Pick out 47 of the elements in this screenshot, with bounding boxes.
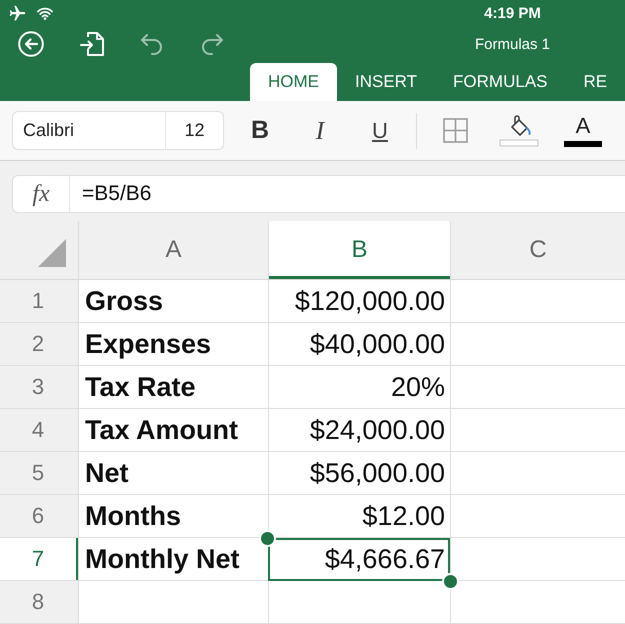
table-cell: $120,000.00 — [268, 280, 450, 323]
color-bar-icon — [564, 141, 602, 147]
paint-bucket-icon[interactable] — [499, 114, 539, 146]
bold-button[interactable]: B — [236, 110, 284, 150]
row-header[interactable]: 5 — [0, 452, 78, 495]
ribbon-tab[interactable]: FORMULAS — [435, 63, 566, 101]
row-header[interactable]: 2 — [0, 323, 78, 366]
selection-handle-icon[interactable] — [259, 530, 276, 547]
ribbon-tab[interactable]: INSERT — [337, 63, 436, 101]
ribbon-tab[interactable]: RE — [566, 63, 625, 101]
column-header[interactable]: C — [450, 221, 625, 280]
selection-handle-icon[interactable] — [442, 573, 459, 590]
table-cell: $4,666.67 — [268, 538, 450, 581]
status-time: 4:19 PM — [484, 4, 541, 22]
row-header[interactable]: 8 — [0, 581, 78, 624]
ribbon-tab[interactable]: HOME — [250, 63, 337, 101]
column-header[interactable]: A — [78, 221, 268, 280]
row-header[interactable]: 1 — [0, 280, 78, 323]
underline-button[interactable]: U — [356, 110, 404, 150]
column-header[interactable]: B — [268, 221, 450, 280]
back-icon[interactable] — [18, 31, 44, 57]
font-name-field[interactable]: Calibri — [13, 112, 166, 149]
table-cell: Tax Rate — [78, 366, 268, 409]
borders-icon[interactable] — [442, 118, 468, 143]
row-header[interactable]: 7 — [0, 538, 78, 581]
function-label[interactable]: fx — [32, 180, 50, 208]
table-cell: $24,000.00 — [268, 409, 450, 452]
table-cell: 20% — [268, 366, 450, 409]
row-header[interactable]: 3 — [0, 366, 78, 409]
document-title: Formulas 1 — [474, 36, 550, 52]
font-color-button[interactable]: A — [557, 108, 609, 152]
font-size-field[interactable]: 12 — [166, 112, 223, 149]
formula-bar[interactable]: fx =B5/B6 — [12, 175, 625, 213]
table-cell: $40,000.00 — [268, 323, 450, 366]
row-header[interactable]: 6 — [0, 495, 78, 538]
formula-text: =B5/B6 — [81, 181, 152, 207]
document-arrow-icon[interactable] — [80, 31, 104, 57]
row-header[interactable]: 4 — [0, 409, 78, 452]
table-cell: Expenses — [78, 323, 268, 366]
table-cell: Gross — [78, 280, 268, 323]
table-cell: $56,000.00 — [268, 452, 450, 495]
table-cell: Tax Amount — [78, 409, 268, 452]
table-cell: Net — [78, 452, 268, 495]
font-picker[interactable]: Calibri 12 — [12, 111, 224, 150]
italic-button[interactable]: I — [296, 110, 344, 150]
wifi-icon — [37, 6, 53, 20]
airplane-icon — [8, 4, 27, 22]
